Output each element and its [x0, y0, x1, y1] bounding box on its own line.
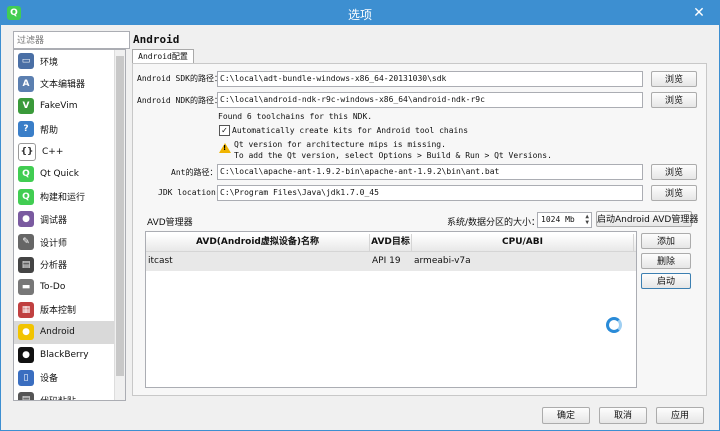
sidebar-item-label: 调试器	[40, 215, 68, 226]
ant-path-field[interactable]: C:\local\apache-ant-1.9.2-bin\apache-ant…	[217, 164, 643, 180]
avd-abi-cell: armeabi-v7a	[414, 256, 471, 266]
delete-avd-button[interactable]: 删除	[641, 253, 691, 269]
sidebar-item[interactable]: V FakeVim	[14, 95, 125, 118]
sidebar-item-label: FakeVim	[40, 101, 78, 112]
jdk-location-field[interactable]: C:\Program Files\Java\jdk1.7.0_45	[217, 185, 643, 201]
ok-button[interactable]: 确定	[542, 407, 590, 424]
help-icon: ?	[18, 121, 34, 138]
fakevim-icon: V	[18, 98, 34, 115]
sidebar-item[interactable]: ▯ 设备	[14, 366, 125, 389]
column-header-target[interactable]: AVD目标	[370, 234, 412, 251]
text-editor-icon: A	[18, 75, 34, 92]
scrollbar-thumb[interactable]	[116, 56, 124, 376]
jdk-location-label: JDK location:	[158, 188, 221, 197]
tab-android-config[interactable]: Android配置	[132, 49, 194, 64]
sidebar-item-label: Qt Quick	[40, 169, 79, 180]
sidebar-item[interactable]: Q 构建和运行	[14, 186, 125, 209]
analyzer-icon: ▤	[18, 256, 34, 273]
title-bar[interactable]: Q 选项 ✕	[1, 1, 719, 25]
ant-path-label: Ant的路径：	[171, 168, 218, 177]
sidebar-item-label: 文本编辑器	[40, 80, 86, 91]
warning-icon: !	[219, 143, 231, 153]
partition-size-label: 系统/数据分区的大小：	[447, 218, 541, 228]
qt-quick-icon: Q	[18, 166, 34, 183]
loading-spinner-icon	[606, 317, 622, 333]
devices-icon: ▯	[18, 369, 34, 386]
start-avd-manager-button[interactable]: 启动Android AVD管理器	[596, 211, 698, 227]
monitor-icon: ▭	[18, 53, 34, 70]
column-header-name[interactable]: AVD(Android虚拟设备)名称	[146, 234, 370, 251]
sidebar-item-label: 版本控制	[40, 306, 77, 317]
sidebar-item[interactable]: ▦ 版本控制	[14, 299, 125, 322]
apply-button[interactable]: 应用	[656, 407, 704, 424]
sidebar-item[interactable]: ● BlackBerry	[14, 344, 125, 367]
page-title: Android	[133, 33, 180, 46]
sidebar-item-label: 环境	[40, 57, 59, 68]
sidebar-item-label: 设备	[40, 374, 59, 385]
sidebar-item[interactable]: A 文本编辑器	[14, 73, 125, 96]
sidebar-item-label: 分析器	[40, 261, 68, 272]
add-avd-button[interactable]: 添加	[641, 233, 691, 249]
table-row[interactable]: itcast API 19 armeabi-v7a	[146, 252, 636, 271]
ndk-path-label: Android NDK的路径：	[137, 96, 222, 105]
designer-icon: ✎	[18, 234, 34, 251]
spinbox-arrows-icon[interactable]: ▲ ▼	[585, 214, 589, 226]
auto-kits-checkbox[interactable]: ✓	[219, 125, 230, 136]
close-icon[interactable]: ✕	[685, 3, 713, 23]
ndk-browse-button[interactable]: 浏览	[651, 92, 697, 108]
sidebar-item-label: 帮助	[40, 125, 59, 136]
sidebar-item[interactable]: ▤ 代码粘贴	[14, 389, 125, 400]
jdk-browse-button[interactable]: 浏览	[651, 185, 697, 201]
sidebar-item[interactable]: ● Android	[14, 321, 125, 344]
build-run-icon: Q	[18, 188, 34, 205]
todo-icon: ▬	[18, 279, 34, 296]
partition-size-value: 1024 Mb	[541, 215, 575, 224]
start-avd-button[interactable]: 启动	[641, 273, 691, 289]
filter-input[interactable]	[13, 31, 130, 49]
avd-table-header: AVD(Android虚拟设备)名称 AVD目标 CPU/ABI	[146, 234, 636, 252]
sidebar-scrollbar[interactable]	[114, 50, 125, 400]
avd-name-cell: itcast	[148, 256, 173, 266]
sidebar-item[interactable]: ● 调试器	[14, 208, 125, 231]
window-title: 选项	[347, 8, 372, 22]
version-control-icon: ▦	[18, 301, 34, 318]
toolchains-found-text: Found 6 toolchains for this NDK.	[218, 112, 373, 121]
sidebar-item-label: BlackBerry	[40, 350, 89, 361]
avd-target-cell: API 19	[372, 256, 401, 266]
blackberry-icon: ●	[18, 347, 34, 364]
ndk-path-field[interactable]: C:\local\android-ndk-r9c-windows-x86_64\…	[217, 92, 643, 108]
sidebar-item[interactable]: ▬ To-Do	[14, 276, 125, 299]
partition-size-spinbox[interactable]: 1024 Mb ▲ ▼	[537, 212, 592, 228]
android-icon: ●	[18, 324, 34, 341]
sidebar-item-label: 设计师	[40, 238, 68, 249]
sidebar-item[interactable]: ▭ 环境	[14, 50, 125, 73]
sidebar-item[interactable]: Q Qt Quick	[14, 163, 125, 186]
debugger-icon: ●	[18, 211, 34, 228]
sidebar-item-label: 代码粘贴	[40, 394, 76, 400]
sidebar-item-label: To-Do	[40, 282, 66, 293]
avd-table[interactable]: AVD(Android虚拟设备)名称 AVD目标 CPU/ABI itcast …	[145, 231, 637, 388]
sidebar-item[interactable]: {} C++	[14, 140, 125, 163]
sidebar-item[interactable]: ▤ 分析器	[14, 253, 125, 276]
warning-text-line1: Qt version for architecture mips is miss…	[234, 140, 446, 149]
ant-browse-button[interactable]: 浏览	[651, 164, 697, 180]
sidebar-item-label: C++	[42, 146, 64, 157]
cpp-icon: {}	[18, 142, 36, 161]
code-paste-icon: ▤	[18, 392, 34, 400]
sidebar-item[interactable]: ? 帮助	[14, 118, 125, 141]
sidebar-item-label: Android	[40, 327, 75, 338]
sidebar-item-label: 构建和运行	[40, 193, 86, 204]
cancel-button[interactable]: 取消	[599, 407, 647, 424]
sdk-path-field[interactable]: C:\local\adt-bundle-windows-x86_64-20131…	[217, 71, 643, 87]
sdk-path-label: Android SDK的路径：	[137, 74, 222, 83]
warning-text-line2: To add the Qt version, select Options > …	[234, 151, 552, 160]
column-header-cpu-abi[interactable]: CPU/ABI	[412, 234, 634, 251]
sdk-browse-button[interactable]: 浏览	[651, 71, 697, 87]
options-dialog: Q 选项 ✕ ▭ 环境 A 文本编辑器 V FakeVim? 帮助 {} C++ Q Qt Quic…	[0, 0, 720, 431]
options-category-list[interactable]: ▭ 环境 A 文本编辑器 V FakeVim? 帮助 {} C++ Q Qt Quick Q 构建和运行…	[13, 49, 126, 401]
auto-kits-label: Automatically create kits for Android to…	[232, 126, 469, 135]
avd-manager-label: AVD管理器	[147, 218, 193, 228]
sidebar-item[interactable]: ✎ 设计师	[14, 231, 125, 254]
